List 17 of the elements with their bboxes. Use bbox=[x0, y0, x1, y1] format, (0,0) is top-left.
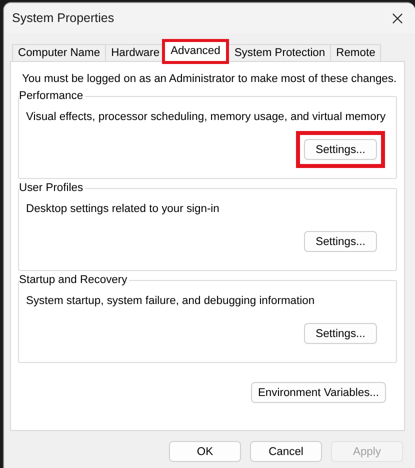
group-description: Visual effects, processor scheduling, memory usage, and virtual memory bbox=[26, 110, 386, 125]
dialog-button[interactable]: Cancel bbox=[250, 441, 322, 462]
admin-notice: You must be logged on as an Administrator to make most of these changes. bbox=[21, 72, 397, 87]
tab[interactable]: Remote bbox=[330, 44, 382, 61]
window-title: System Properties bbox=[12, 11, 114, 25]
settings-button[interactable]: Settings... bbox=[304, 231, 377, 252]
tab[interactable]: System Protection bbox=[228, 44, 332, 61]
tab[interactable]: Advanced bbox=[164, 41, 228, 62]
dialog-button[interactable]: OK bbox=[169, 441, 241, 462]
settings-button[interactable]: Settings... bbox=[304, 323, 377, 344]
settings-button[interactable]: Settings... bbox=[304, 139, 377, 160]
group-description: System startup, system failure, and debugging information bbox=[26, 294, 315, 309]
environment-variables-button[interactable]: Environment Variables... bbox=[250, 382, 386, 403]
close-icon[interactable] bbox=[392, 12, 403, 24]
tab[interactable]: Computer Name bbox=[12, 44, 106, 61]
group-description: Desktop settings related to your sign-in bbox=[26, 202, 220, 217]
group-title: Startup and Recovery bbox=[19, 273, 130, 287]
